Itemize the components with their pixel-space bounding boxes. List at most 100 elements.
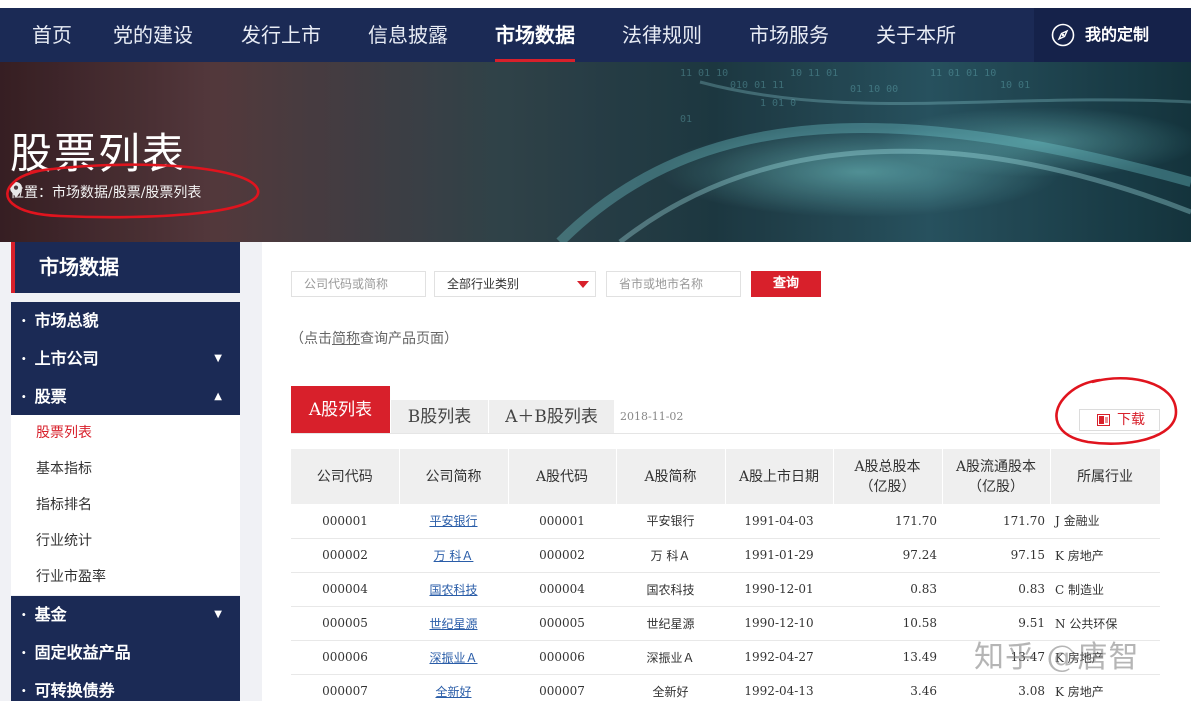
my-custom-button[interactable]: 我的定制 bbox=[1034, 8, 1191, 62]
cell-company-name: 平安银行 bbox=[399, 504, 508, 539]
sidebar-sub-basic-indicators[interactable]: 基本指标 bbox=[11, 451, 240, 487]
top-navigation: 首页 党的建设 发行上市 信息披露 市场数据 法律规则 市场服务 关于本所 我的… bbox=[0, 8, 1191, 62]
sidebar-sub-stock-list[interactable]: 股票列表 bbox=[11, 415, 240, 451]
sidebar-sub-industry-stats[interactable]: 行业统计 bbox=[11, 523, 240, 559]
cell-float-shares: 0.83 bbox=[942, 572, 1050, 607]
sidebar-item-label: 固定收益产品 bbox=[34, 643, 131, 662]
cell-industry: C 制造业 bbox=[1050, 572, 1160, 607]
cell-a-code: 000006 bbox=[508, 640, 616, 675]
cell-a-name: 平安银行 bbox=[616, 504, 725, 539]
caret-down-icon: ▼ bbox=[214, 353, 222, 364]
nav-item-party-building[interactable]: 党的建设 bbox=[113, 8, 193, 62]
cell-total-shares: 3.46 bbox=[833, 674, 942, 701]
cell-a-code: 000001 bbox=[508, 504, 616, 539]
cell-company-code: 000001 bbox=[291, 504, 399, 539]
nav-item-rules[interactable]: 法律规则 bbox=[622, 8, 702, 62]
sidebar-item-fixed-income[interactable]: · 固定收益产品 bbox=[11, 634, 240, 672]
tab-a-share-list[interactable]: A股列表 bbox=[291, 386, 390, 434]
nav-item-home[interactable]: 首页 bbox=[32, 8, 72, 62]
sidebar-item-label: 市场总貌 bbox=[34, 311, 99, 330]
cell-company-code: 000006 bbox=[291, 640, 399, 675]
query-button[interactable]: 查询 bbox=[751, 271, 821, 297]
breadcrumb: 位置：市场数据/股票/股票列表 bbox=[10, 182, 201, 202]
cell-a-code: 000007 bbox=[508, 674, 616, 701]
company-name-link[interactable]: 国农科技 bbox=[429, 583, 477, 597]
sidebar-item-label: 可转换债券 bbox=[34, 681, 115, 700]
nav-item-disclosure[interactable]: 信息披露 bbox=[368, 8, 448, 62]
tab-b-share-list[interactable]: B股列表 bbox=[391, 400, 488, 434]
cell-listing-date: 1991-04-03 bbox=[725, 504, 833, 539]
tabs-divider bbox=[291, 433, 1161, 434]
caret-down-icon bbox=[577, 281, 589, 288]
sidebar-item-funds[interactable]: · 基金 ▼ bbox=[11, 596, 240, 634]
sidebar-item-listed-companies[interactable]: · 上市公司 ▼ bbox=[11, 340, 240, 378]
cell-industry: J 金融业 bbox=[1050, 504, 1160, 539]
cell-company-code: 000004 bbox=[291, 572, 399, 607]
cell-total-shares: 10.58 bbox=[833, 606, 942, 641]
page-banner: 11 01 10 010 01 11 10 11 01 01 10 00 11 01… bbox=[0, 62, 1191, 242]
cell-float-shares: 171.70 bbox=[942, 504, 1050, 539]
company-name-link[interactable]: 平安银行 bbox=[429, 514, 477, 528]
sidebar-title: 市场数据 bbox=[11, 242, 240, 293]
region-input[interactable]: 省市或地市名称 bbox=[606, 271, 741, 297]
company-name-link[interactable]: 全新好 bbox=[435, 685, 471, 699]
cell-company-name: 深振业Ａ bbox=[399, 640, 508, 675]
bullet-icon: · bbox=[21, 311, 27, 330]
sidebar-item-stocks[interactable]: · 股票 ▲ bbox=[11, 378, 240, 416]
hint-text: （点击简称查询产品页面） bbox=[290, 328, 458, 348]
company-code-input[interactable]: 公司代码或简称 bbox=[291, 271, 426, 297]
company-name-link[interactable]: 深振业Ａ bbox=[429, 651, 477, 665]
cell-listing-date: 1992-04-13 bbox=[725, 674, 833, 701]
sidebar-item-label: 基金 bbox=[34, 605, 67, 624]
cell-industry: K 房地产 bbox=[1050, 674, 1160, 701]
cell-company-name: 国农科技 bbox=[399, 572, 508, 607]
cell-a-name: 全新好 bbox=[616, 674, 725, 701]
sidebar-item-market-overview[interactable]: · 市场总貌 bbox=[11, 302, 240, 340]
sidebar-sub-industry-pe[interactable]: 行业市盈率 bbox=[11, 559, 240, 595]
cell-total-shares: 0.83 bbox=[833, 572, 942, 607]
col-industry: 所属行业 bbox=[1050, 449, 1161, 504]
table-row: 000002 万 科Ａ 000002 万 科Ａ 1991-01-29 97.24 97.15… bbox=[291, 538, 1160, 573]
cell-a-code: 000004 bbox=[508, 572, 616, 607]
cell-total-shares: 97.24 bbox=[833, 538, 942, 573]
cell-float-shares: 3.08 bbox=[942, 674, 1050, 701]
col-a-code: A股代码 bbox=[508, 449, 617, 504]
cell-a-name: 世纪星源 bbox=[616, 606, 725, 641]
cell-a-name: 深振业Ａ bbox=[616, 640, 725, 675]
page-title: 股票列表 bbox=[10, 129, 187, 178]
nav-item-listing[interactable]: 发行上市 bbox=[241, 8, 321, 62]
caret-down-icon: ▼ bbox=[214, 609, 222, 620]
table-row: 000001 平安银行 000001 平安银行 1991-04-03 171.70 171.… bbox=[291, 504, 1160, 539]
col-listing-date: A股上市日期 bbox=[725, 449, 834, 504]
col-a-name: A股简称 bbox=[616, 449, 726, 504]
col-total-shares: A股总股本 （亿股） bbox=[833, 449, 943, 504]
nav-item-market-data[interactable]: 市场数据 bbox=[495, 8, 575, 62]
location-pin-icon bbox=[10, 182, 22, 197]
cell-a-name: 万 科Ａ bbox=[616, 538, 725, 573]
table-header-row: 公司代码 公司简称 A股代码 A股简称 A股上市日期 A股总股本 （亿股） A股… bbox=[291, 449, 1161, 504]
caret-up-icon: ▲ bbox=[214, 391, 222, 402]
bullet-icon: · bbox=[21, 349, 27, 368]
cell-industry: K 房地产 bbox=[1050, 538, 1160, 573]
industry-select[interactable]: 全部行业类别 bbox=[434, 271, 596, 297]
cell-company-name: 全新好 bbox=[399, 674, 508, 701]
company-name-link[interactable]: 万 科Ａ bbox=[434, 549, 474, 563]
bullet-icon: · bbox=[21, 643, 27, 662]
cell-listing-date: 1990-12-10 bbox=[725, 606, 833, 641]
cell-total-shares: 171.70 bbox=[833, 504, 942, 539]
cell-company-name: 世纪星源 bbox=[399, 606, 508, 641]
cell-company-code: 000007 bbox=[291, 674, 399, 701]
download-button[interactable]: 下载 bbox=[1079, 409, 1160, 431]
col-company-name: 公司简称 bbox=[399, 449, 509, 504]
company-name-link[interactable]: 世纪星源 bbox=[429, 617, 477, 631]
sidebar-sub-indicator-ranking[interactable]: 指标排名 bbox=[11, 487, 240, 523]
hint-link: 简称 bbox=[332, 331, 360, 347]
tab-ab-share-list[interactable]: A＋B股列表 bbox=[489, 400, 614, 434]
sidebar-item-convertible[interactable]: · 可转换债券 bbox=[11, 672, 240, 701]
download-label: 下载 bbox=[1117, 412, 1145, 428]
bullet-icon: · bbox=[21, 681, 27, 700]
nav-item-about[interactable]: 关于本所 bbox=[876, 8, 956, 62]
nav-item-services[interactable]: 市场服务 bbox=[749, 8, 829, 62]
cell-company-code: 000005 bbox=[291, 606, 399, 641]
cell-listing-date: 1992-04-27 bbox=[725, 640, 833, 675]
